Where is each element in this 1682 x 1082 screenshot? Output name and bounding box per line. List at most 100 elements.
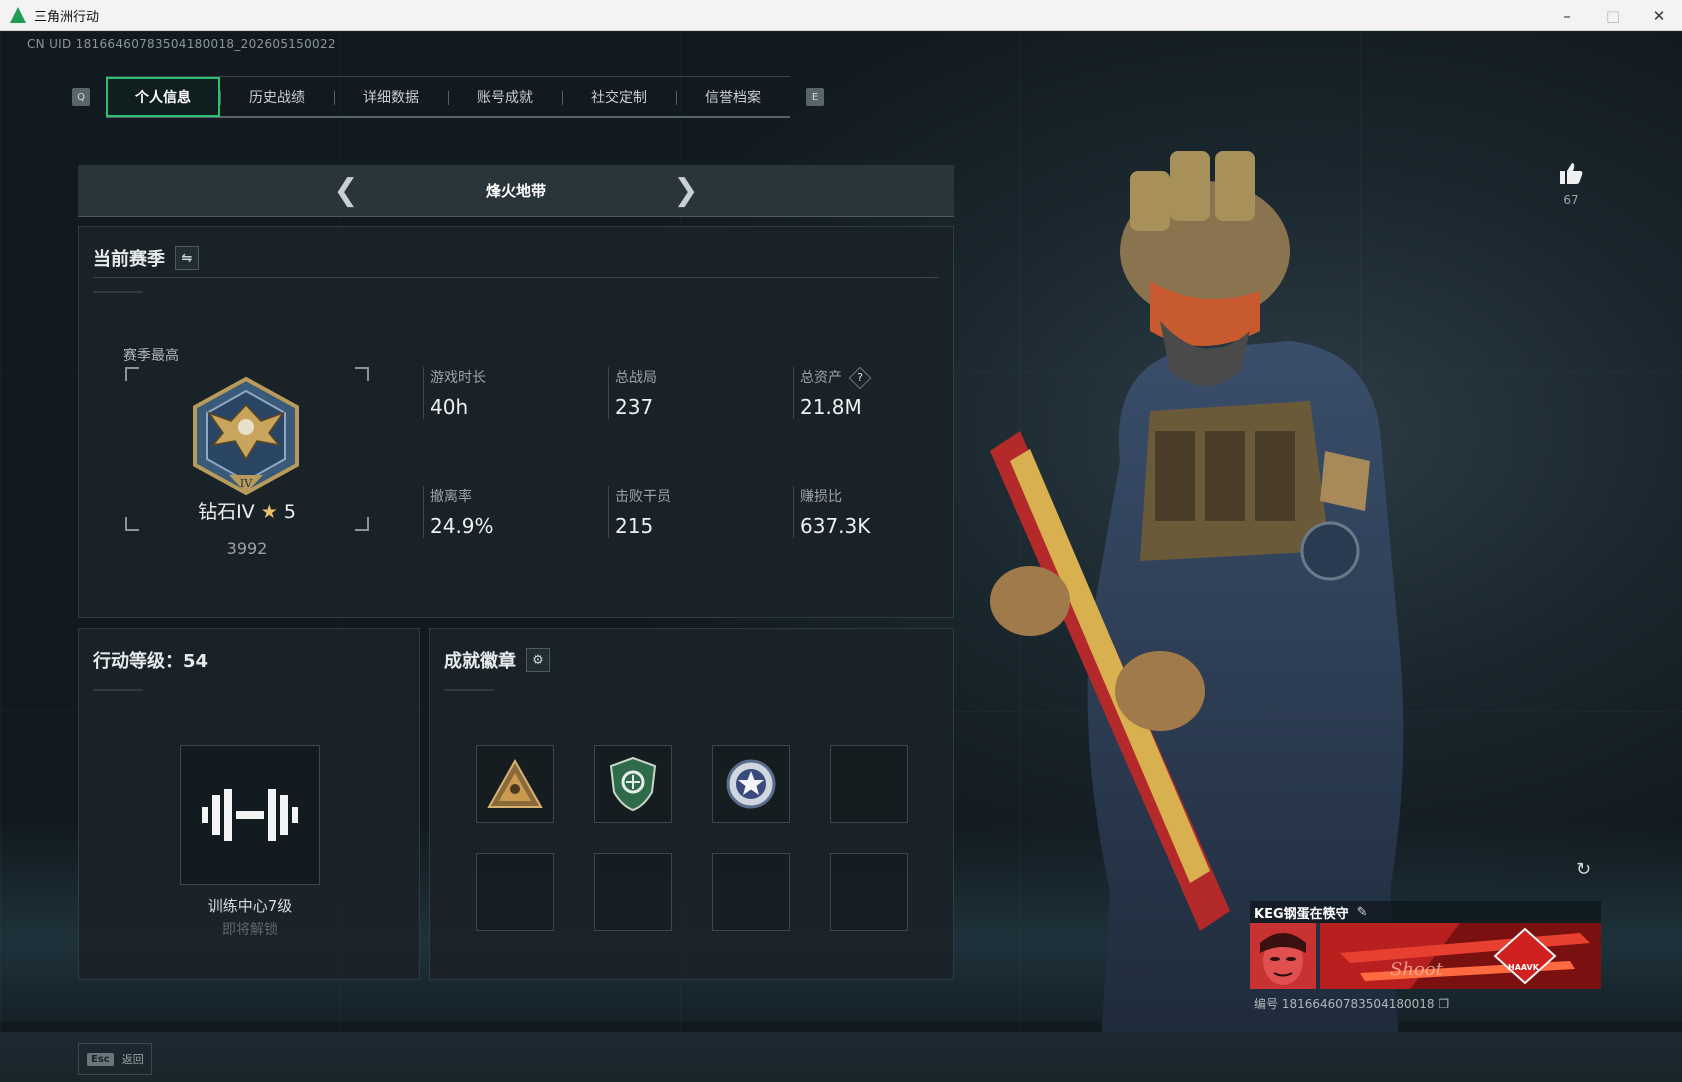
stat-extraction-rate: 撤离率 24.9% [423, 486, 593, 538]
player-name: KEG钢蛋在筷守 [1254, 906, 1349, 922]
stat-value: 215 [615, 514, 654, 538]
rank-score: 3992 [226, 539, 268, 558]
window-titlebar: 三角洲行动 – □ ✕ [0, 0, 1682, 31]
edit-pencil-icon[interactable]: ✎ [1357, 905, 1368, 920]
close-button[interactable]: ✕ [1636, 0, 1682, 31]
stat-label: 击败干员 [615, 489, 671, 505]
green-shield-badge-icon [609, 756, 657, 812]
diamond-rank-eagle-icon: IV [193, 376, 299, 496]
tab-social-customization[interactable]: 社交定制 [562, 77, 676, 117]
tab-match-history[interactable]: 历史战绩 [220, 77, 334, 117]
stat-label: 撤离率 [430, 489, 472, 505]
mode-next-chevron-icon[interactable]: ❯ [666, 173, 706, 208]
stat-value: 637.3K [800, 514, 871, 538]
stat-value: 24.9% [430, 514, 494, 538]
player-name-row: KEG钢蛋在筷守 ✎ [1250, 901, 1601, 923]
badge-slot[interactable] [476, 745, 554, 823]
rank-name: 钻石IV ★ 5 [125, 497, 369, 524]
level-reward-status: 即将解锁 [222, 922, 278, 938]
player-id-row: 编号 18166460783504180018 ❐ [1250, 995, 1601, 1012]
frame-corner [355, 367, 369, 381]
player-id: 编号 18166460783504180018 [1254, 997, 1435, 1011]
operation-level-title: 行动等级：54 [93, 651, 209, 672]
copy-icon[interactable]: ❐ [1438, 997, 1449, 1011]
tab-personal-info[interactable]: 个人信息 [106, 77, 220, 117]
esc-key-hint: Esc [87, 1052, 114, 1066]
stat-label: 总资产 ? [800, 366, 963, 390]
star-seal-badge-icon [726, 759, 776, 809]
avatar[interactable] [1250, 923, 1316, 989]
current-season-title-text: 当前赛季 [93, 249, 165, 270]
refresh-icon[interactable]: ↻ [1576, 859, 1591, 880]
badge-grid [476, 745, 908, 931]
banner-text: Shoot [1390, 959, 1443, 980]
stat-play-time: 游戏时长 40h [423, 367, 593, 419]
stat-total-matches: 总战局 237 [608, 367, 778, 419]
rank-name-text: 钻石IV [198, 501, 255, 523]
minimize-button[interactable]: – [1544, 0, 1590, 31]
app-logo-icon [10, 7, 26, 23]
player-card-body: Shoot HAAVK [1250, 923, 1601, 989]
profile-tab-bar: Q 个人信息 历史战绩 详细数据 账号成就 社交定制 信誉档案 E [72, 76, 824, 118]
tab-next-key-hint[interactable]: E [806, 88, 824, 106]
rank-star-icon: ★ [260, 501, 278, 523]
avatar-face-icon [1250, 923, 1316, 989]
badge-slot[interactable] [712, 745, 790, 823]
rank-stars-count: 5 [283, 501, 296, 523]
svg-text:IV: IV [240, 477, 253, 490]
divider [93, 277, 939, 278]
divider-accent [93, 689, 143, 691]
badge-slot[interactable] [594, 745, 672, 823]
season-best-label: 赛季最高 [123, 348, 179, 364]
stat-profit-loss-ratio: 赚损比 637.3K [793, 486, 963, 538]
stat-value: 40h [430, 395, 469, 419]
badge-slot-empty[interactable] [712, 853, 790, 931]
frame-corner [125, 367, 139, 381]
banner-artwork [1320, 923, 1601, 989]
mode-name: 烽火地带 [485, 182, 546, 200]
like-button[interactable]: 67 [1556, 161, 1586, 207]
achievement-badges-title: 成就徽章 ⚙ [444, 647, 550, 673]
badge-slot-empty[interactable] [594, 853, 672, 931]
tab-detailed-data[interactable]: 详细数据 [334, 77, 448, 117]
stat-label: 总战局 [615, 370, 657, 386]
game-viewport: CN UID 18166460783504180018_202605150022… [0, 31, 1682, 1082]
stat-total-assets: 总资产 ? 21.8M [793, 366, 963, 419]
stat-label: 赚损比 [800, 489, 842, 505]
rank-frame: IV 钻石IV ★ 5 [125, 367, 369, 531]
banner-brand: HAAVK [1508, 963, 1539, 972]
help-icon[interactable]: ? [849, 366, 872, 390]
current-season-panel: 当前赛季 ⇋ 赛季最高 IV 钻石IV ★ 5 3992 游戏时长 40h 总战… [78, 226, 954, 618]
player-card[interactable]: KEG钢蛋在筷守 ✎ Shoot HAAVK 编号 18166460783504… [1250, 901, 1601, 1012]
stat-label: 游戏时长 [430, 370, 486, 386]
tab-credit-record[interactable]: 信誉档案 [676, 77, 790, 117]
bottom-bar [0, 1032, 1682, 1082]
stat-value: 21.8M [800, 395, 862, 419]
achievement-badges-title-text: 成就徽章 [444, 651, 516, 672]
uid-label: CN UID 18166460783504180018_202605150022 [27, 37, 336, 51]
current-season-title: 当前赛季 ⇋ [93, 245, 199, 271]
badge-slot-empty[interactable] [476, 853, 554, 931]
divider-accent [444, 689, 494, 691]
mode-selector: ❮ 烽火地带 ❯ [78, 165, 954, 217]
tabs: 个人信息 历史战绩 详细数据 账号成就 社交定制 信誉档案 [106, 76, 790, 118]
like-count: 67 [1563, 193, 1579, 207]
operation-level-panel: 行动等级：54 训练中心7级 即将解锁 [78, 628, 420, 980]
triangle-squad-badge-icon [487, 759, 543, 808]
back-button[interactable]: Esc 返回 [78, 1043, 152, 1075]
settings-gear-icon[interactable]: ⚙ [526, 648, 550, 672]
level-reward-slot[interactable] [180, 745, 320, 885]
achievement-badges-panel: 成就徽章 ⚙ [429, 628, 954, 980]
tab-account-achievements[interactable]: 账号成就 [448, 77, 562, 117]
stat-label-text: 总资产 [800, 370, 842, 386]
badge-slot-empty[interactable] [830, 853, 908, 931]
thumbs-up-icon [1560, 163, 1583, 184]
maximize-button[interactable]: □ [1590, 0, 1636, 31]
badge-slot-empty[interactable] [830, 745, 908, 823]
window-title: 三角洲行动 [34, 9, 100, 25]
window-controls: – □ ✕ [1544, 0, 1682, 31]
mode-prev-chevron-icon[interactable]: ❮ [326, 173, 366, 208]
tab-prev-key-hint[interactable]: Q [72, 88, 90, 106]
player-banner[interactable]: Shoot HAAVK [1320, 923, 1601, 989]
swap-season-icon[interactable]: ⇋ [175, 246, 199, 270]
